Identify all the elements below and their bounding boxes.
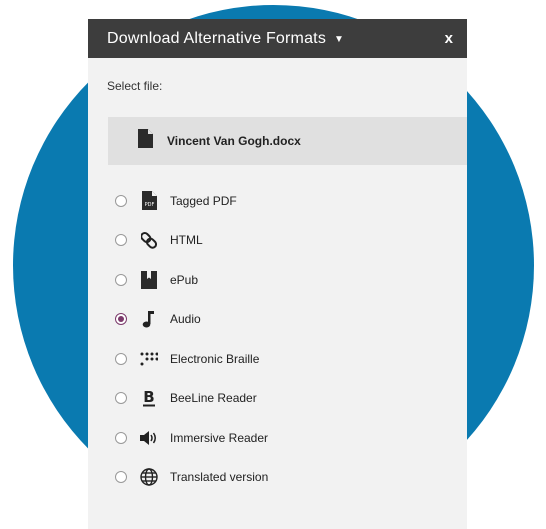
download-alternative-formats-dialog: Download Alternative Formats ▼ x Select … [88,19,467,529]
file-name: Vincent Van Gogh.docx [167,134,301,148]
dialog-header: Download Alternative Formats ▼ x [88,19,467,58]
option-label: HTML [170,233,203,248]
speaker-icon [140,429,158,447]
format-options: PDF Tagged PDF HTML ePub Audio Electroni… [88,181,467,497]
radio-electronic-braille[interactable] [115,352,127,365]
link-icon [140,231,158,249]
option-audio[interactable]: Audio [88,300,467,340]
beeline-icon: B [140,389,158,407]
caret-down-icon: ▼ [334,34,344,45]
document-icon [138,129,153,153]
radio-audio[interactable] [115,313,127,326]
svg-text:B: B [143,389,154,406]
radio-html[interactable] [115,234,127,247]
file-item[interactable]: Vincent Van Gogh.docx [108,117,467,165]
music-note-icon [140,310,158,328]
option-label: Translated version [170,470,269,485]
option-electronic-braille[interactable]: Electronic Braille [88,339,467,379]
option-label: BeeLine Reader [170,391,257,406]
option-label: Audio [170,312,201,327]
close-button[interactable]: x [445,30,453,47]
option-tagged-pdf[interactable]: PDF Tagged PDF [88,181,467,221]
option-immersive-reader[interactable]: Immersive Reader [88,418,467,458]
option-epub[interactable]: ePub [88,260,467,300]
option-label: Electronic Braille [170,351,260,366]
option-label: ePub [170,272,199,287]
radio-immersive-reader[interactable] [115,431,127,444]
radio-epub[interactable] [115,273,127,286]
svg-text:PDF: PDF [144,202,154,208]
option-label: Immersive Reader [170,430,269,445]
braille-icon [140,350,158,368]
globe-icon [140,468,158,486]
option-html[interactable]: HTML [88,221,467,261]
option-beeline-reader[interactable]: B BeeLine Reader [88,379,467,419]
dialog-title: Download Alternative Formats [107,29,327,47]
radio-translated-version[interactable] [115,471,127,484]
title-dropdown[interactable]: Download Alternative Formats ▼ [107,30,344,48]
book-icon [140,270,158,289]
radio-beeline-reader[interactable] [115,392,127,405]
select-file-label: Select file: [107,79,163,93]
radio-tagged-pdf[interactable] [115,194,127,207]
option-label: Tagged PDF [170,193,237,208]
pdf-icon: PDF [140,191,158,211]
option-translated-version[interactable]: Translated version [88,458,467,498]
